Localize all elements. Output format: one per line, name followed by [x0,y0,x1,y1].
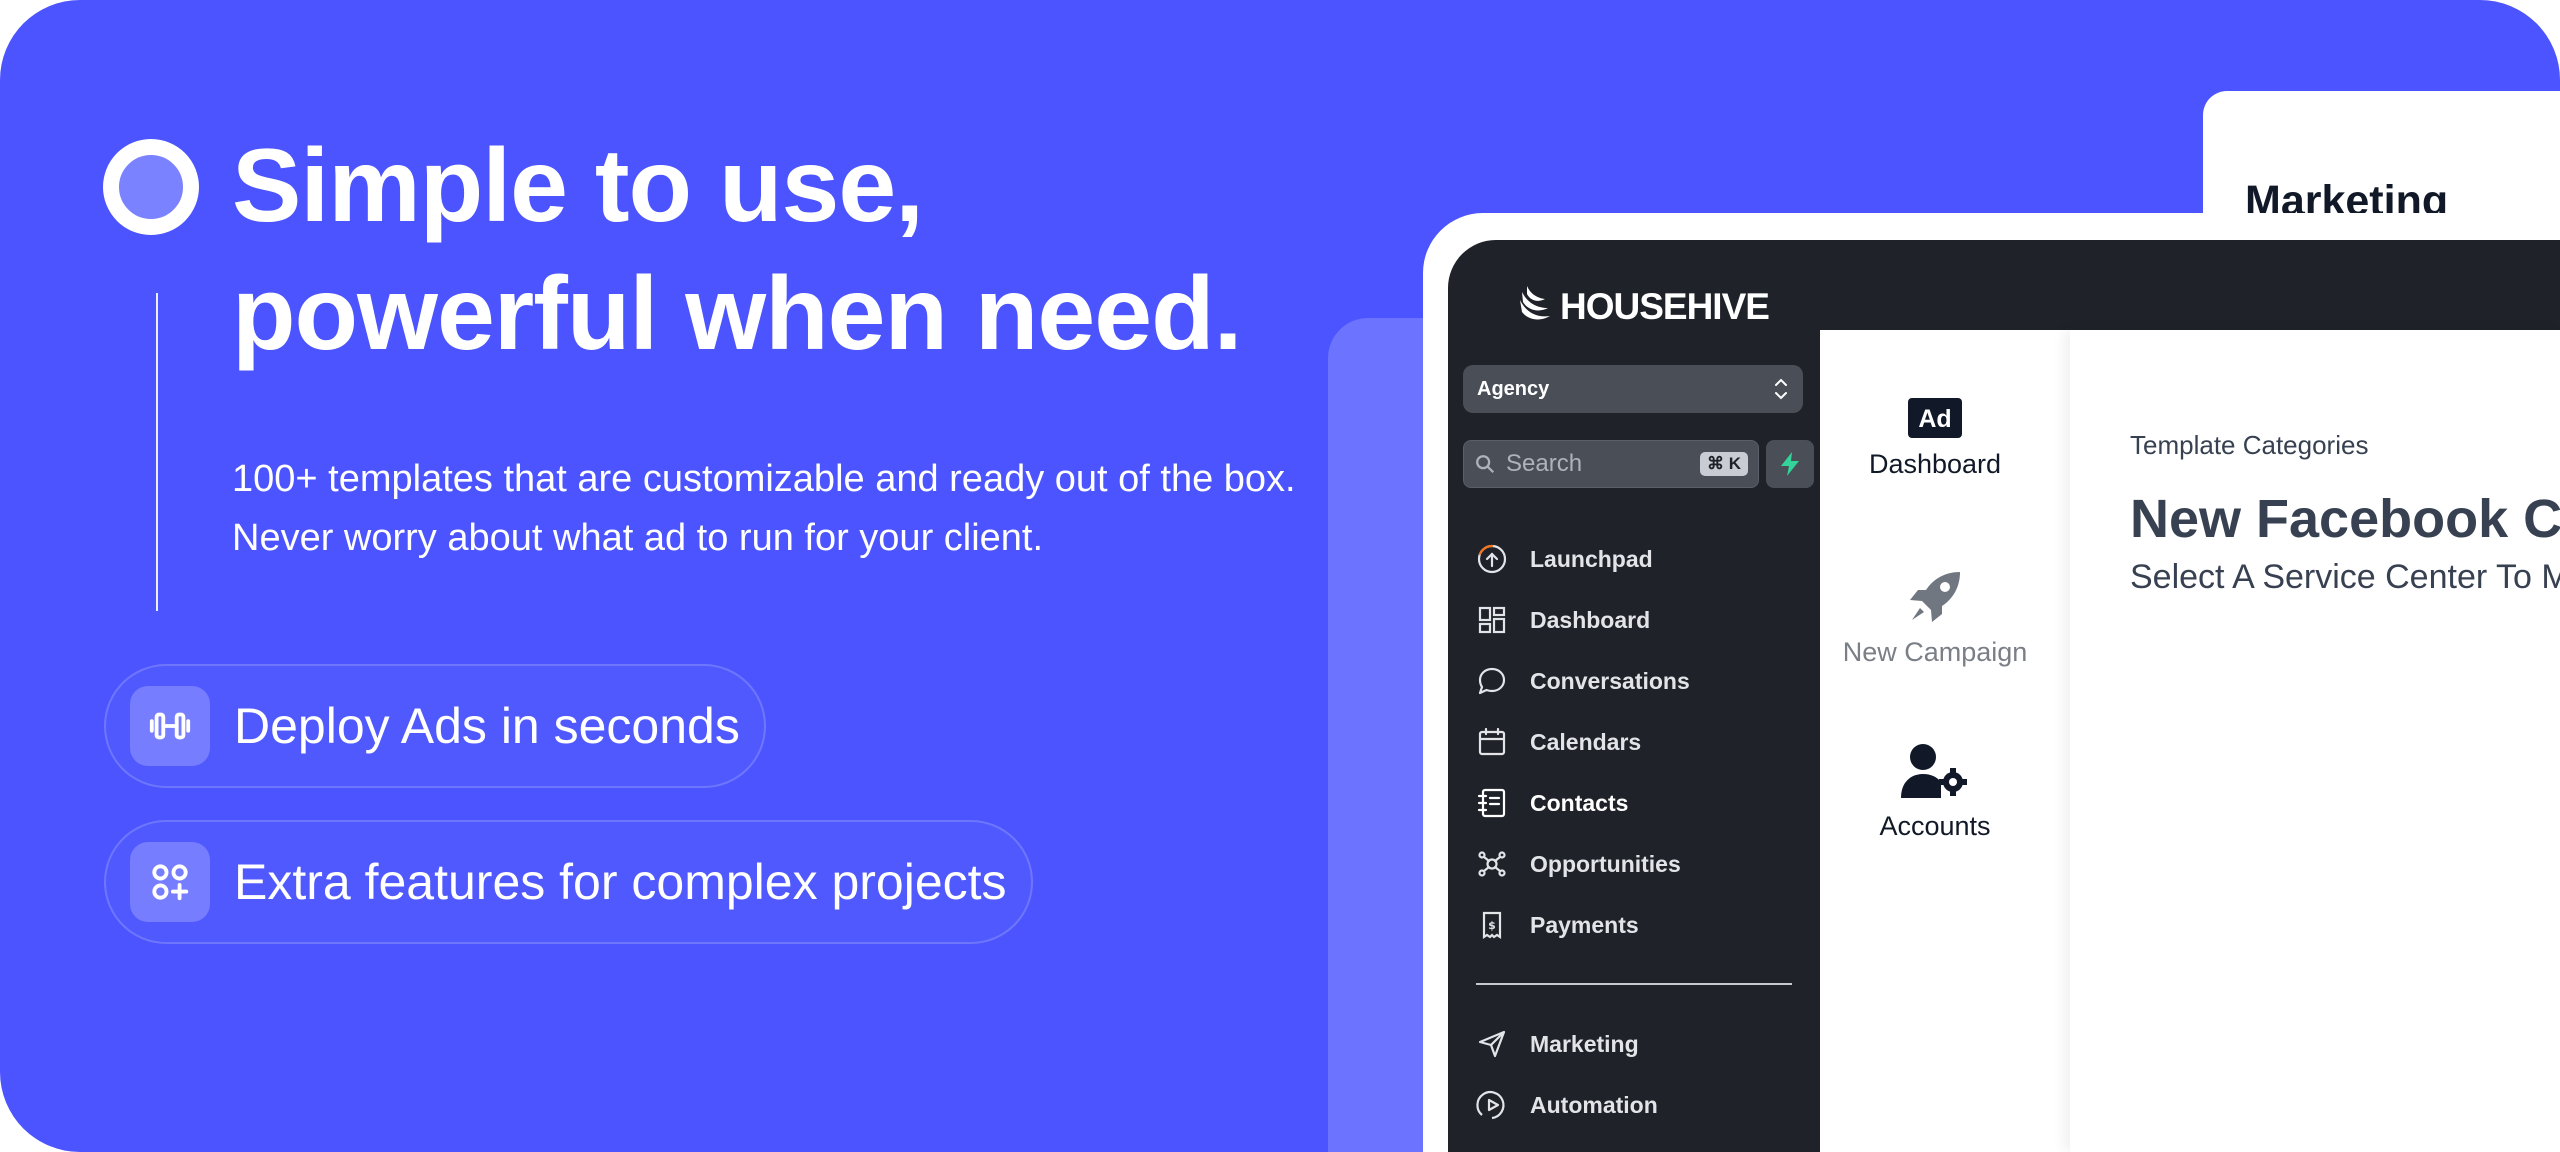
rocket-icon [1910,572,1960,622]
sidebar-item-label: Launchpad [1530,545,1653,572]
sidebar-item-conversations[interactable]: Conversations [1474,661,1690,701]
tile-label: Dashboard [1868,449,2002,479]
feature-label: Deploy Ads in seconds [234,698,740,754]
send-icon [1474,1026,1510,1062]
lightning-icon [1781,452,1799,476]
ad-icon: Ad [1908,398,1962,438]
tile-label: New Campaign [1842,637,2028,667]
account-selector-label: Agency [1477,377,1550,400]
search-placeholder: Search [1506,450,1583,477]
tile-new-campaign[interactable]: New Campaign [1820,568,2050,668]
brand-name: HOUSEHIVE [1560,286,1770,327]
tile-label: Accounts [1879,811,1991,841]
circle-icon [103,139,199,235]
hero-banner: Simple to use, powerful when need. 100+ … [0,0,2560,1152]
sidebar-item-label: Calendars [1530,728,1642,755]
contacts-book-icon [1474,785,1510,821]
dumbbell-icon [130,686,210,766]
hero-headline: Simple to use, powerful when need. [232,122,1243,378]
sidebar-item-dashboard[interactable]: Dashboard [1474,600,1650,640]
search-icon [1476,455,1495,474]
sidebar-item-automation[interactable]: Automation [1474,1085,1658,1125]
sidebar-item-label: Contacts [1530,789,1629,816]
sidebar-item-payments[interactable]: $ Payments [1474,905,1639,945]
sidebar-item-marketing[interactable]: Marketing [1474,1024,1639,1064]
headline-line-2: powerful when need. [232,256,1243,372]
sidebar-item-label: Opportunities [1530,850,1681,877]
dashboard-grid-icon [1474,602,1510,638]
sidebar-item-contacts[interactable]: Contacts [1474,783,1628,823]
quick-action-button[interactable] [1766,440,1814,488]
sidebar-item-opportunities[interactable]: Opportunities [1474,844,1681,884]
sidebar-divider [1476,983,1792,985]
template-categories-label: Template Categories [2130,430,2369,460]
account-selector[interactable]: Agency [1463,365,1803,413]
page-heading: New Facebook Ca [2130,489,2560,549]
sidebar-item-launchpad[interactable]: Launchpad [1474,539,1653,579]
sidebar-item-calendars[interactable]: Calendars [1474,722,1641,762]
chevron-up-down-icon [1775,378,1787,400]
page-subheading: Select A Service Center To M [2130,558,2560,596]
main-content: Template Categories New Facebook Ca Sele… [2070,330,2560,1152]
calendar-icon [1474,724,1510,760]
feature-pill-extra-features: Extra features for complex projects [104,820,1033,944]
app-window: HOUSEHIVE Agency Search ⌘ K Launchpad Da… [1448,240,2560,1152]
chat-bubble-icon [1474,663,1510,699]
launchpad-icon [1474,541,1510,577]
svg-text:$: $ [1488,919,1496,932]
sidebar-item-label: Conversations [1530,667,1690,694]
feature-pill-deploy-ads: Deploy Ads in seconds [104,664,766,788]
marketing-subnav: Ad Dashboard New Campaign Accounts [1820,330,2070,1152]
grid-plus-icon [130,842,210,922]
user-gear-icon [1901,744,1967,798]
headline-line-1: Simple to use, [232,128,924,244]
sidebar-item-label: Automation [1530,1091,1658,1118]
automation-icon [1474,1087,1510,1123]
feature-label: Extra features for complex projects [234,854,1007,910]
svg-text:Ad: Ad [1918,405,1951,433]
search-shortcut: ⌘ K [1700,452,1748,476]
sidebar-item-label: Dashboard [1530,606,1651,633]
vertical-divider [156,293,158,611]
tile-accounts[interactable]: Accounts [1820,742,2050,842]
tile-dashboard[interactable]: Ad Dashboard [1820,398,2050,480]
brand-logo[interactable]: HOUSEHIVE [1518,286,1770,328]
wing-logo-icon [1520,286,1550,320]
payments-icon: $ [1474,907,1510,943]
hero-description: 100+ templates that are customizable and… [232,458,1296,559]
sidebar-item-label: Payments [1530,911,1639,938]
sidebar-item-label: Marketing [1530,1030,1639,1057]
search-field[interactable]: Search ⌘ K [1463,440,1759,488]
opportunities-icon [1474,846,1510,882]
